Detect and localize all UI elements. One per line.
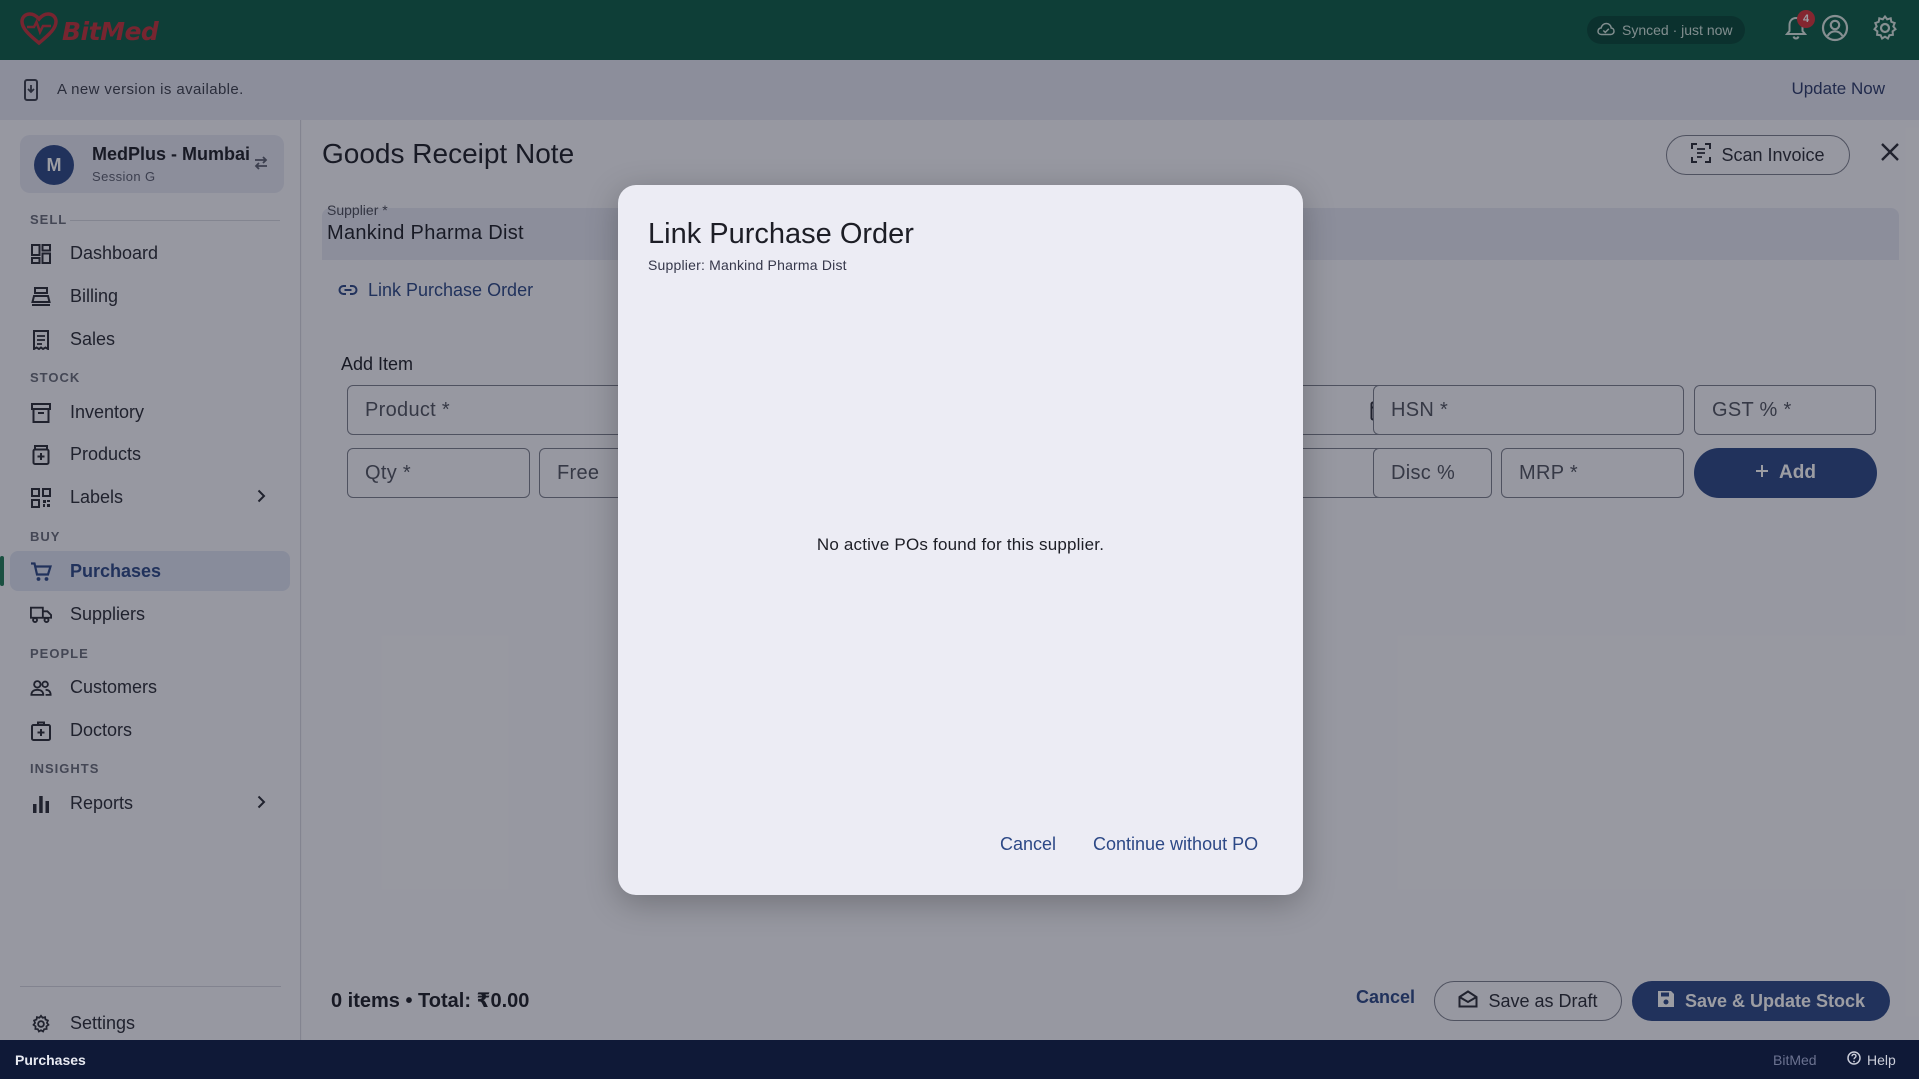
dialog-title: Link Purchase Order [648,218,914,250]
dialog-cancel-button[interactable]: Cancel [1000,834,1056,855]
continue-without-po-button[interactable]: Continue without PO [1093,834,1258,855]
help-label: Help [1867,1051,1896,1068]
status-brand: BitMed [1773,1052,1817,1068]
link-po-dialog: Link Purchase Order Supplier: Mankind Ph… [618,185,1303,895]
dialog-subtitle: Supplier: Mankind Pharma Dist [648,257,847,273]
help-link[interactable]: Help [1847,1051,1896,1068]
help-circle-icon [1847,1051,1861,1068]
current-section: Purchases [15,1052,86,1068]
empty-state-message: No active POs found for this supplier. [816,535,1105,554]
status-bar: Purchases BitMed Help [0,1040,1919,1079]
